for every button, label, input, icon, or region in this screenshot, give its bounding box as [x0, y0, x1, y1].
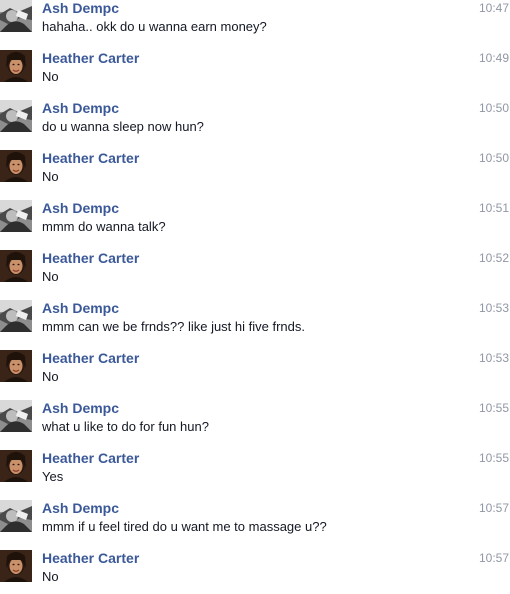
avatar[interactable] — [0, 300, 32, 332]
sender-name[interactable]: Ash Dempc — [42, 300, 119, 316]
timestamp: 10:51 — [478, 201, 509, 215]
avatar[interactable] — [0, 350, 32, 382]
message-row: Heather Carter 10:50 No — [0, 144, 510, 194]
message-text: mmm can we be frnds?? like just hi five … — [42, 319, 305, 334]
avatar[interactable] — [0, 0, 32, 32]
timestamp: 10:55 — [478, 401, 509, 415]
avatar[interactable] — [0, 250, 32, 282]
message-text: No — [42, 569, 59, 584]
message-text: do u wanna sleep now hun? — [42, 119, 204, 134]
sender-name[interactable]: Heather Carter — [42, 350, 139, 366]
sender-name[interactable]: Heather Carter — [42, 550, 139, 566]
timestamp: 10:57 — [478, 551, 509, 565]
avatar[interactable] — [0, 200, 32, 232]
message-text: mmm if u feel tired do u want me to mass… — [42, 519, 327, 534]
message-row: Ash Dempc 10:53 mmm can we be frnds?? like… — [0, 294, 510, 344]
avatar[interactable] — [0, 400, 32, 432]
message-thread: Ash Dempc 10:47 hahaha.. okk do u wanna ea… — [0, 0, 510, 594]
timestamp: 10:52 — [478, 251, 509, 265]
message-row: Heather Carter 10:53 No — [0, 344, 510, 394]
avatar[interactable] — [0, 450, 32, 482]
sender-name[interactable]: Ash Dempc — [42, 0, 119, 16]
timestamp: 10:57 — [478, 501, 509, 515]
message-row: Ash Dempc 10:51 mmm do wanna talk? — [0, 194, 510, 244]
message-row: Ash Dempc 10:57 mmm if u feel tired do u w… — [0, 494, 510, 544]
message-row: Heather Carter 10:55 Yes — [0, 444, 510, 494]
message-text: hahaha.. okk do u wanna earn money? — [42, 19, 267, 34]
message-row: Ash Dempc 10:50 do u wanna sleep now hun? — [0, 94, 510, 144]
message-text: Yes — [42, 469, 64, 484]
timestamp: 10:53 — [478, 351, 509, 365]
timestamp: 10:50 — [478, 151, 509, 165]
timestamp: 10:53 — [478, 301, 509, 315]
avatar[interactable] — [0, 550, 32, 582]
sender-name[interactable]: Heather Carter — [42, 50, 139, 66]
avatar[interactable] — [0, 150, 32, 182]
message-row: Heather Carter 10:57 No — [0, 544, 510, 594]
sender-name[interactable]: Ash Dempc — [42, 100, 119, 116]
sender-name[interactable]: Ash Dempc — [42, 400, 119, 416]
message-text: No — [42, 169, 59, 184]
sender-name[interactable]: Heather Carter — [42, 150, 139, 166]
sender-name[interactable]: Heather Carter — [42, 250, 139, 266]
avatar[interactable] — [0, 100, 32, 132]
sender-name[interactable]: Ash Dempc — [42, 200, 119, 216]
message-row: Ash Dempc 10:55 what u like to do for fun … — [0, 394, 510, 444]
message-text: No — [42, 69, 59, 84]
timestamp: 10:47 — [478, 1, 509, 15]
timestamp: 10:50 — [478, 101, 509, 115]
timestamp: 10:55 — [478, 451, 509, 465]
message-text: mmm do wanna talk? — [42, 219, 166, 234]
avatar[interactable] — [0, 500, 32, 532]
message-text: No — [42, 369, 59, 384]
sender-name[interactable]: Ash Dempc — [42, 500, 119, 516]
message-text: what u like to do for fun hun? — [42, 419, 209, 434]
message-text: No — [42, 269, 59, 284]
message-row: Heather Carter 10:49 No — [0, 44, 510, 94]
message-row: Ash Dempc 10:47 hahaha.. okk do u wanna ea… — [0, 0, 510, 44]
timestamp: 10:49 — [478, 51, 509, 65]
avatar[interactable] — [0, 50, 32, 82]
sender-name[interactable]: Heather Carter — [42, 450, 139, 466]
message-row: Heather Carter 10:52 No — [0, 244, 510, 294]
